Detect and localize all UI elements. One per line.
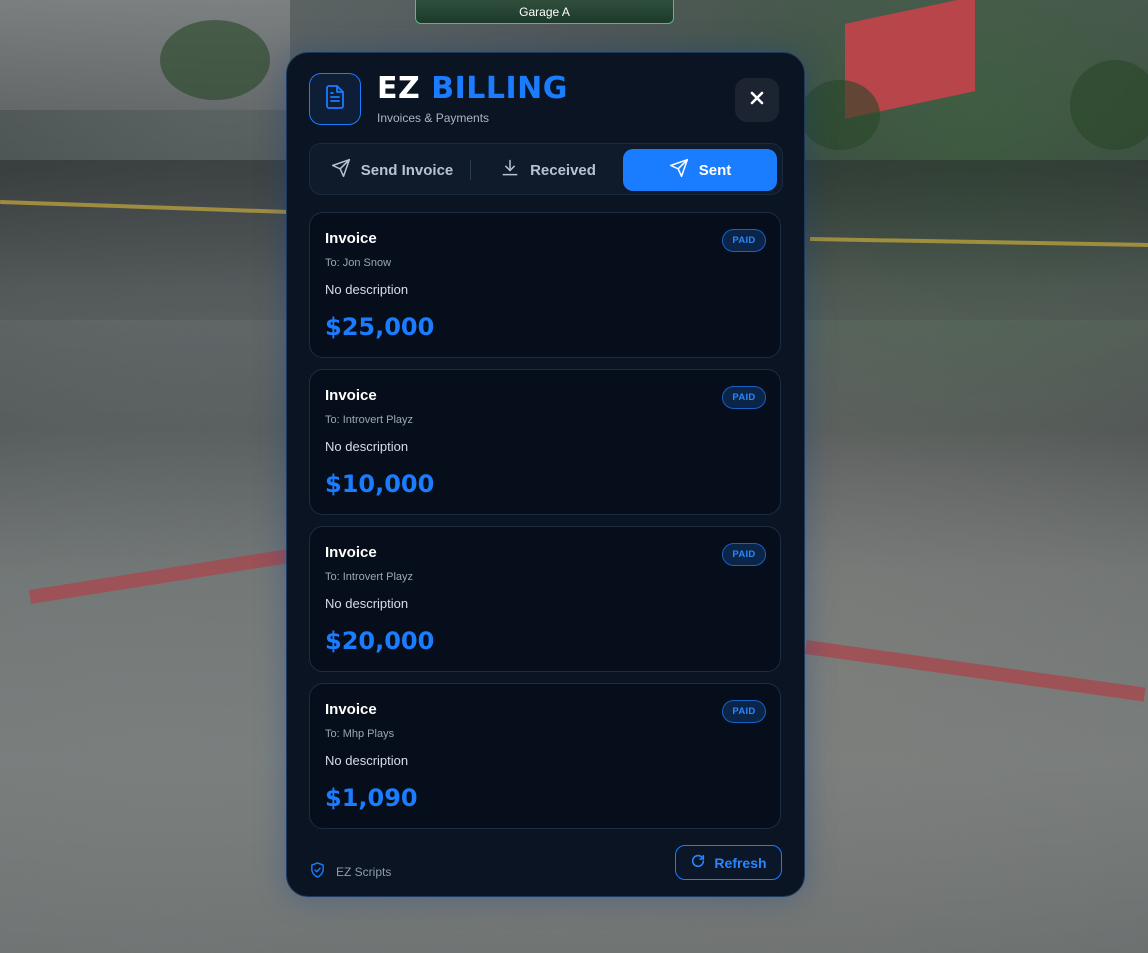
invoice-recipient: To: Mhp Plays <box>325 728 395 740</box>
tab-divider <box>470 160 471 180</box>
status-badge: PAID <box>722 543 766 566</box>
refresh-button[interactable]: Refresh <box>675 845 782 880</box>
refresh-label: Refresh <box>714 854 767 871</box>
shield-check-icon <box>309 861 326 882</box>
invoice-card[interactable]: Invoice PAID To: Mhp Plays No descriptio… <box>309 683 781 829</box>
invoice-recipient: To: Introvert Playz <box>325 571 414 583</box>
invoice-amount: $1,090 <box>325 784 418 812</box>
tab-received[interactable]: Received <box>475 149 621 191</box>
background-curb <box>805 640 1146 702</box>
document-icon <box>323 84 347 115</box>
invoice-title: Invoice <box>325 544 377 561</box>
status-badge: PAID <box>722 229 766 252</box>
background-tree <box>160 20 270 100</box>
invoice-amount: $25,000 <box>325 313 435 341</box>
invoice-title: Invoice <box>325 387 377 404</box>
invoice-card[interactable]: Invoice PAID To: Jon Snow No description… <box>309 212 781 358</box>
refresh-icon <box>690 853 706 872</box>
page-title: EZ BILLING <box>377 71 568 106</box>
invoice-amount: $20,000 <box>325 627 435 655</box>
invoice-description: No description <box>325 282 409 297</box>
title-part1: EZ <box>377 71 421 106</box>
tab-label: Sent <box>698 161 732 179</box>
footer-brand: EZ Scripts <box>309 861 391 882</box>
background-tree <box>1070 60 1148 150</box>
tab-bar: Send Invoice Received Sent <box>309 143 783 195</box>
invoice-recipient: To: Introvert Playz <box>325 414 414 426</box>
tab-sent[interactable]: Sent <box>623 149 777 191</box>
send-icon <box>669 158 689 182</box>
invoice-description: No description <box>325 439 409 454</box>
invoice-amount: $10,000 <box>325 470 435 498</box>
billing-panel: EZ BILLING Invoices & Payments Send Invo… <box>286 52 805 897</box>
invoice-card[interactable]: Invoice PAID To: Introvert Playz No desc… <box>309 526 781 672</box>
invoice-title: Invoice <box>325 701 377 718</box>
close-button[interactable] <box>735 78 779 122</box>
status-badge: PAID <box>722 386 766 409</box>
invoice-description: No description <box>325 753 409 768</box>
background-curb <box>28 549 288 604</box>
header-logo <box>309 73 361 125</box>
tab-send-invoice[interactable]: Send Invoice <box>314 149 470 191</box>
status-badge: PAID <box>722 700 766 723</box>
tab-label: Send Invoice <box>360 161 454 179</box>
send-icon <box>331 158 351 182</box>
invoice-title: Invoice <box>325 230 377 247</box>
title-part2: BILLING <box>431 71 568 106</box>
footer-brand-label: EZ Scripts <box>336 864 392 879</box>
invoice-description: No description <box>325 596 409 611</box>
background-tree <box>800 80 880 150</box>
invoice-card[interactable]: Invoice PAID To: Introvert Playz No desc… <box>309 369 781 515</box>
page-subtitle: Invoices & Payments <box>377 111 490 125</box>
invoice-recipient: To: Jon Snow <box>325 257 392 269</box>
tab-label: Received <box>530 161 596 179</box>
close-icon <box>749 90 765 111</box>
download-icon <box>500 158 520 182</box>
garage-label: Garage A <box>415 0 674 24</box>
